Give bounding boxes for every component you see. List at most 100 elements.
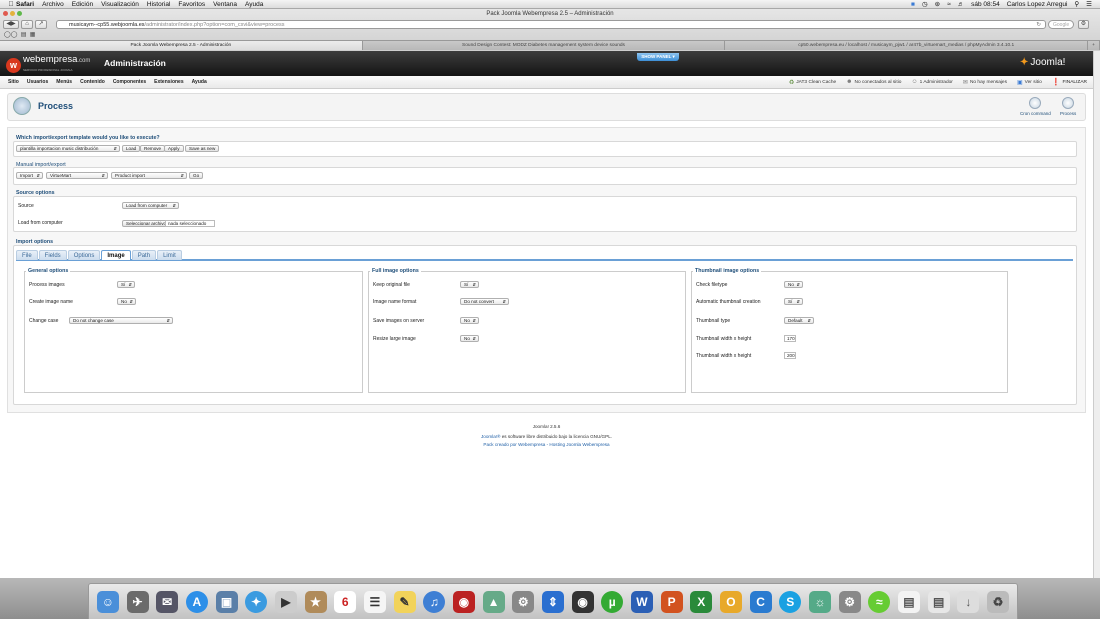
process-images-select[interactable]: Sí ⇵: [117, 281, 135, 288]
home-button[interactable]: ⌂: [21, 20, 33, 29]
mail-icon[interactable]: ✉: [156, 590, 179, 613]
notes-icon[interactable]: ✎: [393, 590, 416, 613]
browser-tab-sound-design[interactable]: Sound Design Contest: MODZ Diabetes mana…: [362, 41, 726, 50]
powerpoint-icon[interactable]: P: [660, 590, 683, 613]
tab-image[interactable]: Image: [101, 250, 131, 260]
thumbnail-type-select[interactable]: Default ⇵: [784, 317, 814, 324]
template-select[interactable]: plantilla importacion music distribución…: [16, 145, 120, 152]
notifications-icon[interactable]: ☰: [1086, 0, 1092, 8]
dropbox-icon[interactable]: ■: [911, 1, 915, 8]
bluetooth-icon[interactable]: ⊛: [935, 0, 940, 8]
source-select[interactable]: Load from computer ⇵: [122, 202, 179, 209]
user-name[interactable]: Carlos Lopez Arregui: [1007, 1, 1068, 8]
menu-sitio[interactable]: Sitio: [8, 79, 19, 85]
trash-icon[interactable]: ♻: [986, 590, 1009, 613]
iphoto2-icon[interactable]: ▲: [482, 590, 505, 613]
launchpad-icon[interactable]: ✈: [126, 590, 149, 613]
calendar-icon[interactable]: 6: [334, 590, 357, 613]
cron-command-button[interactable]: Cron command: [1020, 97, 1051, 116]
minimize-window-button[interactable]: [10, 11, 15, 16]
document2-icon[interactable]: ▤: [927, 590, 950, 613]
reload-icon[interactable]: ↻: [1036, 21, 1041, 29]
messages-link[interactable]: ✉ No hay mensajes: [963, 79, 1007, 86]
keep-original-select[interactable]: Sí ⇵: [460, 281, 479, 288]
downloads-icon[interactable]: ↓: [957, 590, 980, 613]
document-icon[interactable]: ▤: [897, 590, 920, 613]
reminders-icon[interactable]: ☰: [363, 590, 386, 613]
save-images-select[interactable]: No ⇵: [460, 317, 479, 324]
menu-ventana[interactable]: Ventana: [213, 1, 237, 8]
tab-fields[interactable]: Fields: [38, 250, 67, 260]
preview-icon[interactable]: ▣: [215, 590, 238, 613]
app-store-icon[interactable]: A: [185, 590, 208, 613]
choose-file-button[interactable]: Seleccionar archivo: [122, 220, 171, 227]
logout-link[interactable]: ❗ FINALIZAR: [1052, 78, 1087, 86]
clock[interactable]: sáb 08:54: [971, 1, 1000, 8]
menu-historial[interactable]: Historial: [147, 1, 170, 8]
transmit-icon[interactable]: ⇕: [541, 590, 564, 613]
system-preferences-icon[interactable]: ⚙: [512, 590, 535, 613]
communicator-icon[interactable]: C: [749, 590, 772, 613]
wifi-icon[interactable]: ≈: [947, 1, 951, 8]
clean-cache-link[interactable]: ♻ JAT3 Clean Cache: [789, 79, 836, 86]
menu-app[interactable]: Safari: [16, 1, 34, 8]
zoom-window-button[interactable]: [17, 11, 22, 16]
menu-visualizacion[interactable]: Visualización: [101, 1, 139, 8]
menu-contenido[interactable]: Contenido: [80, 79, 105, 85]
quicktime-icon[interactable]: ▶: [274, 590, 297, 613]
time-machine-icon[interactable]: ◷: [922, 0, 928, 8]
tab-options[interactable]: Options: [67, 250, 101, 260]
webempresa-logo[interactable]: w webempresa.com SERVICIO PROFESIONAL JOO…: [6, 55, 90, 75]
resize-large-select[interactable]: No ⇵: [460, 335, 479, 342]
menu-extensiones[interactable]: Extensiones: [154, 79, 183, 85]
thumbnail-width-input[interactable]: 170: [784, 335, 796, 342]
address-bar[interactable]: musicaym--cp55.webjoomla.es/administrato…: [56, 20, 1046, 29]
browser-tab-phpmyadmin[interactable]: cp50.webempresa.eu / localhost / musicay…: [725, 41, 1089, 50]
thumbnail-height-input[interactable]: 200: [784, 352, 796, 359]
close-window-button[interactable]: [3, 11, 8, 16]
itunes-icon[interactable]: ♫: [423, 590, 446, 613]
reading-list-icon[interactable]: ◯◯: [4, 32, 17, 38]
load-button[interactable]: Load: [122, 145, 141, 152]
process-button[interactable]: Process: [1060, 97, 1076, 116]
remove-button[interactable]: Remove: [140, 145, 166, 152]
outlook-icon[interactable]: O: [719, 590, 742, 613]
steam-icon[interactable]: ◉: [571, 590, 594, 613]
tab-limit[interactable]: Limit: [157, 250, 182, 260]
back-forward-button[interactable]: ◀▶: [3, 20, 19, 29]
settings-icon[interactable]: ⚙: [1078, 20, 1089, 29]
change-case-select[interactable]: Do not change case ⇵: [69, 317, 173, 324]
menu-favoritos[interactable]: Favoritos: [178, 1, 205, 8]
show-panel-button[interactable]: SHOW PANEL ▾: [637, 53, 679, 61]
safari-icon[interactable]: ✦: [245, 590, 268, 613]
view-site-link[interactable]: ▣ Ver sitio: [1017, 79, 1042, 86]
menu-ayuda[interactable]: Ayuda: [245, 1, 263, 8]
top-sites-icon[interactable]: ▦: [30, 32, 36, 38]
excel-icon[interactable]: X: [690, 590, 713, 613]
menu-edicion[interactable]: Edición: [72, 1, 93, 8]
create-image-name-select[interactable]: No ⇵: [117, 298, 136, 305]
photo-booth-icon[interactable]: ◉: [452, 590, 475, 613]
apple-icon[interactable]: : [6, 1, 16, 8]
check-filetype-select[interactable]: No ⇵: [784, 281, 803, 288]
operation-select[interactable]: Product import ⇵: [111, 172, 187, 179]
go-button[interactable]: Go: [189, 172, 204, 179]
save-as-new-button[interactable]: Save as new: [185, 145, 220, 152]
network-icon[interactable]: ☼: [808, 590, 831, 613]
finder-icon[interactable]: ☺: [96, 590, 119, 613]
bookmarks-icon[interactable]: ▤: [21, 32, 27, 38]
action-select[interactable]: Import ⇵: [16, 172, 43, 179]
window-scrollbar[interactable]: [1093, 51, 1100, 578]
browser-tab-joomla[interactable]: Pack Joomla Webempresa 2.5 - Administrac…: [0, 41, 363, 50]
utorrent-icon[interactable]: µ: [601, 590, 624, 613]
word-icon[interactable]: W: [630, 590, 653, 613]
volume-icon[interactable]: ♬: [958, 1, 965, 8]
menu-archivo[interactable]: Archivo: [42, 1, 64, 8]
image-name-format-select[interactable]: Do not convert ⇵: [460, 298, 509, 305]
menu-componentes[interactable]: Componentes: [113, 79, 146, 85]
menu-ayuda-joomla[interactable]: Ayuda: [192, 79, 207, 85]
apply-button[interactable]: Apply: [164, 145, 184, 152]
share-button[interactable]: ↗: [35, 20, 47, 29]
tab-path[interactable]: Path: [131, 250, 157, 260]
new-tab-button[interactable]: +: [1088, 41, 1100, 50]
